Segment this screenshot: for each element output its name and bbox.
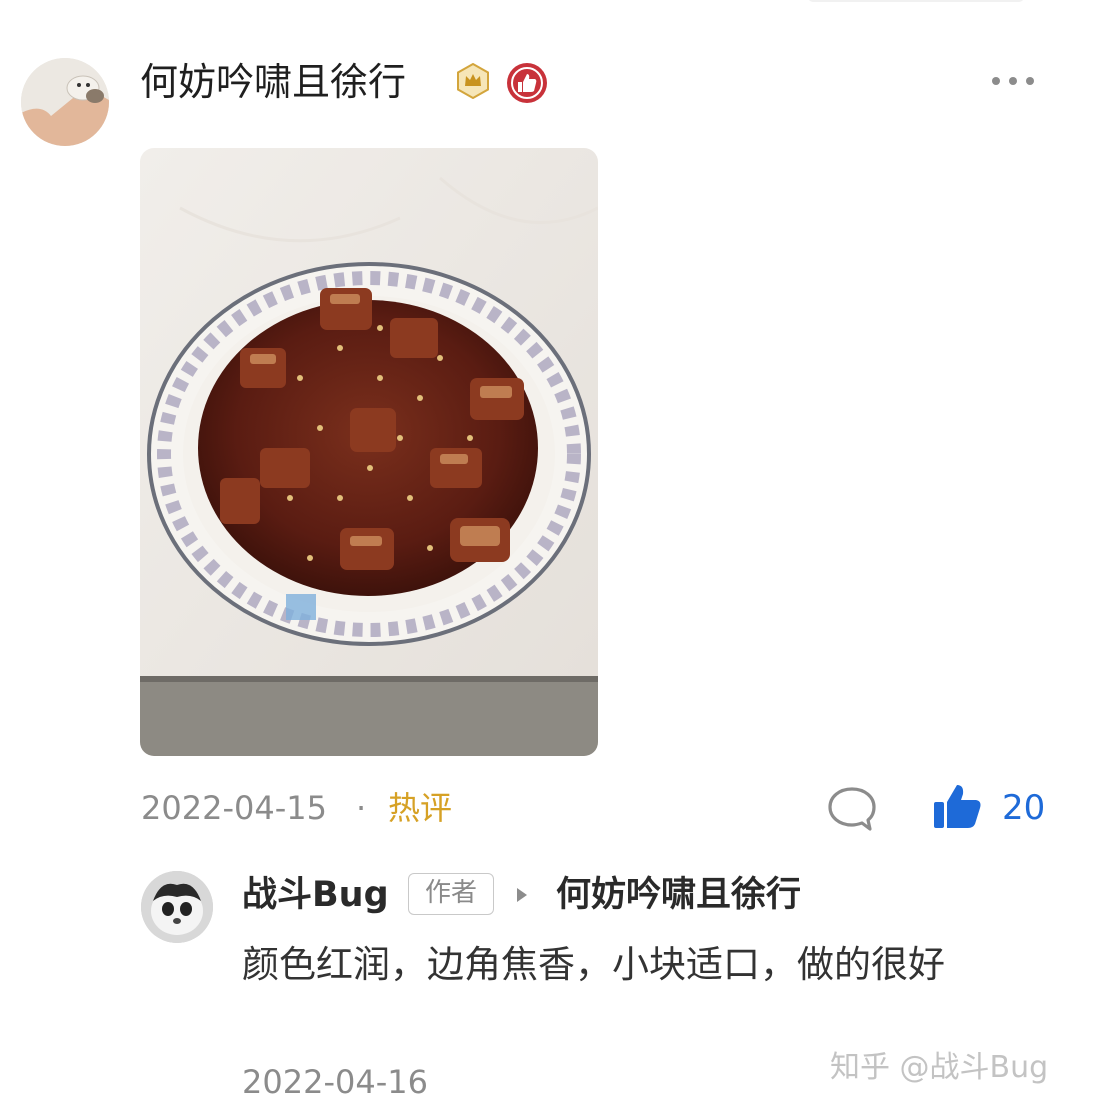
thumbs-up-icon[interactable] [932,782,984,832]
reply-text: 颜色红润，边角焦香，小块适口，做的很好 [242,943,945,986]
author-tag: 作者 [408,873,494,915]
like-count: 20 [1002,788,1046,828]
avatar[interactable] [21,58,109,146]
reply-avatar[interactable] [141,871,213,943]
top-edge-bar [808,0,1024,2]
reply-target-username[interactable]: 何妨吟啸且徐行 [556,870,801,920]
post-date: 2022-04-15 [141,789,327,827]
post-username[interactable]: 何妨吟啸且徐行 [140,56,406,108]
watermark: 知乎 @战斗Bug [830,1050,1049,1085]
meta-separator: · [356,789,367,827]
more-dots-icon[interactable] [992,69,1044,93]
reply-arrow-icon [517,888,527,902]
like-badge-icon [505,61,549,105]
comment-bubble-icon[interactable] [826,784,878,834]
reply-username[interactable]: 战斗Bug [242,870,389,920]
crown-badge-icon [455,62,491,100]
reply-date: 2022-04-16 [242,1063,428,1101]
post-photo[interactable] [140,148,598,756]
hot-comment-label: 热评 [388,789,453,827]
